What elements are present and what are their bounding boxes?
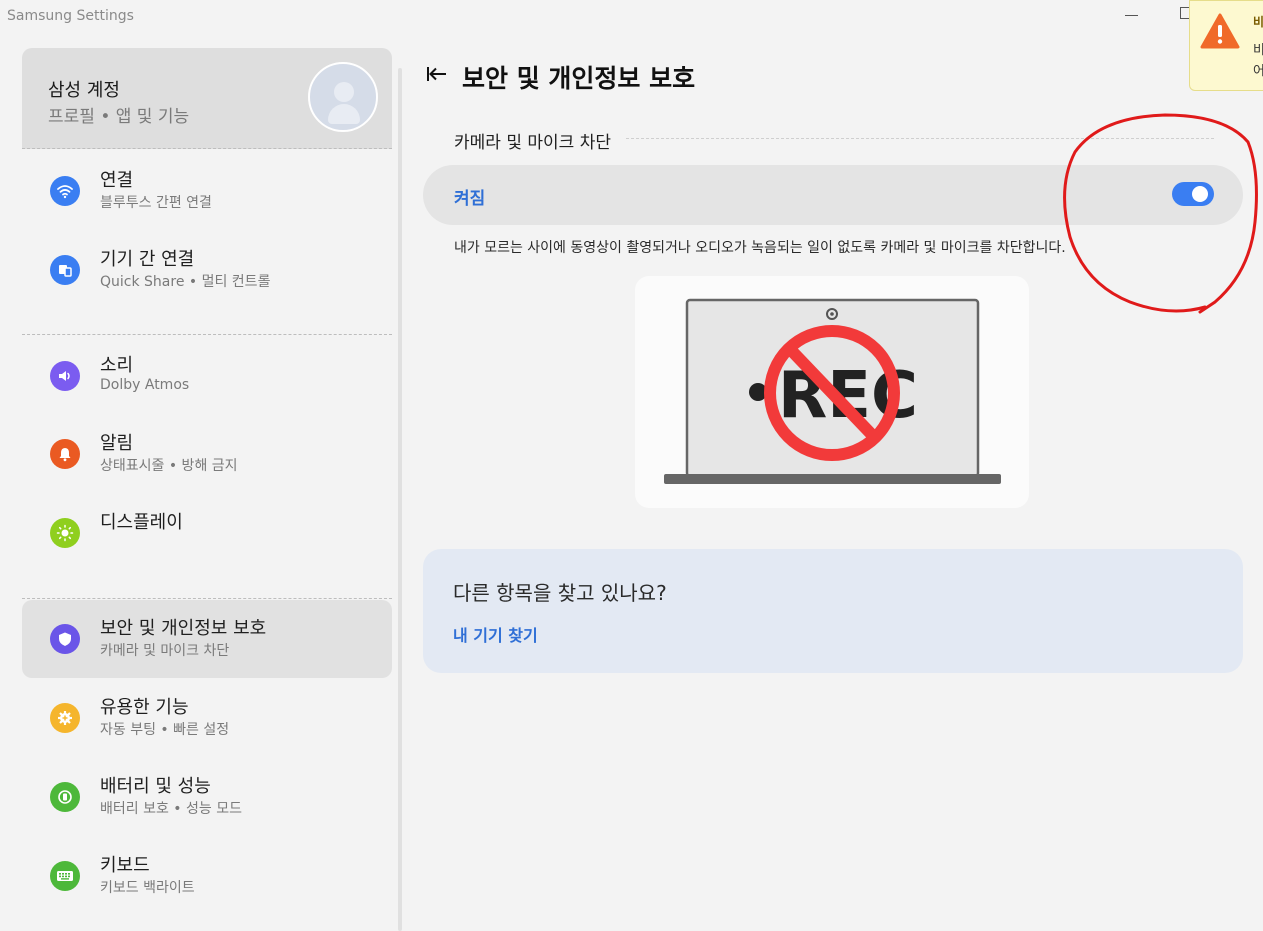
sidebar-item-useful-features[interactable]: 유용한 기능 자동 부팅 • 빠른 설정 <box>22 679 392 757</box>
sidebar-item-label: 배터리 및 성능 <box>100 776 211 797</box>
gear-plus-icon <box>50 703 80 733</box>
page-title: 보안 및 개인정보 보호 <box>462 64 696 93</box>
sidebar-item-label: 기기 간 연결 <box>100 249 195 270</box>
shield-icon <box>50 624 80 654</box>
camera-block-illustration: REC <box>635 276 1029 508</box>
sidebar-item-sound[interactable]: 소리 Dolby Atmos <box>22 337 392 415</box>
devices-icon <box>50 255 80 285</box>
sidebar-item-device-connection[interactable]: 기기 간 연결 Quick Share • 멀티 컨트롤 <box>22 231 392 309</box>
minimize-button[interactable] <box>1124 4 1140 24</box>
notification-title: 비 <box>1253 15 1263 29</box>
avatar[interactable] <box>308 62 378 132</box>
section-divider <box>626 138 1214 139</box>
bell-icon <box>50 439 80 469</box>
sidebar-item-battery[interactable]: 배터리 및 성능 배터리 보호 • 성능 모드 <box>22 758 392 836</box>
title-bar: Samsung Settings <box>0 0 1263 34</box>
sidebar-item-sublabel: Quick Share • 멀티 컨트롤 <box>100 274 271 290</box>
camera-mic-block-toggle-row[interactable]: 켜짐 <box>423 165 1243 225</box>
switch-knob <box>1192 186 1208 202</box>
help-card: 다른 항목을 찾고 있나요? 내 기기 찾기 <box>423 549 1243 673</box>
sidebar-divider <box>22 598 392 599</box>
speaker-icon <box>50 361 80 391</box>
sidebar-item-keyboard[interactable]: 키보드 키보드 백라이트 <box>22 837 392 915</box>
sidebar-item-sublabel: 키보드 백라이트 <box>100 880 195 896</box>
sidebar-item-connection[interactable]: 연결 블루투스 간편 연결 <box>22 152 392 230</box>
sidebar-item-label: 알림 <box>100 433 134 454</box>
sidebar-item-sublabel: 블루투스 간편 연결 <box>100 195 212 211</box>
sidebar: 삼성 계정 프로필 • 앱 및 기능 연결 블루투스 간편 연결 기기 간 연결… <box>0 34 400 931</box>
sidebar-divider <box>22 334 392 335</box>
find-my-device-link[interactable]: 내 기기 찾기 <box>453 622 538 646</box>
account-title: 삼성 계정 <box>48 80 120 101</box>
sidebar-item-sublabel: 카메라 및 마이크 차단 <box>100 643 230 659</box>
brightness-icon <box>50 518 80 548</box>
samsung-account-item[interactable]: 삼성 계정 프로필 • 앱 및 기능 <box>22 48 392 149</box>
camera-mic-block-switch[interactable] <box>1172 182 1214 206</box>
avatar-body <box>328 104 360 124</box>
laptop-rec-blocked-icon: REC <box>664 298 1001 484</box>
feature-description: 내가 모르는 사이에 동영상이 촬영되거나 오디오가 녹음되는 일이 없도록 카… <box>454 240 1066 256</box>
help-title: 다른 항목을 찾고 있나요? <box>453 581 667 605</box>
sidebar-item-label: 연결 <box>100 170 134 191</box>
app-title: Samsung Settings <box>7 8 134 24</box>
battery-icon <box>50 782 80 812</box>
sidebar-item-label: 디스플레이 <box>100 512 183 533</box>
wifi-icon <box>50 176 80 206</box>
sidebar-item-sublabel: 상태표시줄 • 방해 금지 <box>100 458 238 474</box>
sidebar-item-security[interactable]: 보안 및 개인정보 보호 카메라 및 마이크 차단 <box>22 600 392 678</box>
sidebar-item-sublabel: Dolby Atmos <box>100 377 190 393</box>
sidebar-item-label: 키보드 <box>100 855 150 876</box>
avatar-head <box>334 82 354 102</box>
sidebar-item-sublabel: 배터리 보호 • 성능 모드 <box>100 801 242 817</box>
keyboard-icon <box>50 861 80 891</box>
back-button[interactable] <box>426 64 448 84</box>
sidebar-item-notifications[interactable]: 알림 상태표시줄 • 방해 금지 <box>22 415 392 493</box>
sidebar-item-label: 소리 <box>100 355 134 376</box>
sidebar-item-display[interactable]: 디스플레이 <box>22 494 392 572</box>
sidebar-item-label: 보안 및 개인정보 보호 <box>100 618 267 639</box>
sidebar-item-label: 유용한 기능 <box>100 697 189 718</box>
toggle-label: 켜짐 <box>454 189 486 209</box>
sidebar-item-sublabel: 자동 부팅 • 빠른 설정 <box>100 722 230 738</box>
section-title: 카메라 및 마이크 차단 <box>454 133 611 153</box>
account-subtitle: 프로필 • 앱 및 기능 <box>48 107 190 127</box>
main-content: 보안 및 개인정보 보호 카메라 및 마이크 차단 켜짐 내가 모르는 사이에 … <box>402 34 1263 931</box>
